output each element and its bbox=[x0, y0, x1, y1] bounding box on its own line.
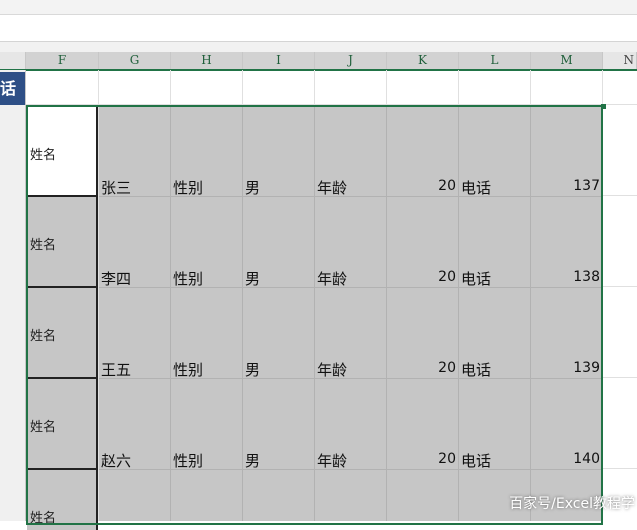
column-header-n[interactable]: N bbox=[603, 52, 637, 69]
gender-label-cell[interactable]: 性别 bbox=[173, 450, 203, 471]
phone-label-cell[interactable]: 电话 bbox=[461, 450, 491, 471]
name-label-cell[interactable]: 姓名 bbox=[27, 197, 98, 288]
phone-cell[interactable]: 140 bbox=[531, 451, 600, 467]
column-header-f[interactable]: F bbox=[26, 52, 99, 69]
column-header-g[interactable]: G bbox=[99, 52, 171, 69]
phone-cell[interactable]: 138 bbox=[531, 269, 600, 285]
phone-label-cell[interactable]: 电话 bbox=[461, 177, 491, 198]
column-header-i[interactable]: I bbox=[243, 52, 315, 69]
gender-label-cell[interactable]: 性别 bbox=[173, 359, 203, 380]
phone-cell[interactable]: 139 bbox=[531, 360, 600, 376]
name-label-text: 姓名 bbox=[30, 420, 57, 435]
watermark: 百家号/Excel教程学 bbox=[509, 496, 635, 512]
gender-cell[interactable]: 男 bbox=[245, 450, 260, 471]
name-label-cell[interactable]: 姓名 bbox=[27, 470, 98, 530]
name-label-cell[interactable]: 姓名 bbox=[27, 107, 98, 197]
fill-handle[interactable] bbox=[601, 104, 606, 109]
name-cell[interactable]: 李四 bbox=[101, 268, 131, 289]
column-header-j[interactable]: J bbox=[315, 52, 387, 69]
phone-label-cell[interactable]: 电话 bbox=[461, 359, 491, 380]
gender-cell[interactable]: 男 bbox=[245, 268, 260, 289]
age-cell[interactable]: 20 bbox=[387, 451, 456, 467]
name-cell[interactable]: 赵六 bbox=[101, 450, 131, 471]
phone-label-cell[interactable]: 电话 bbox=[461, 268, 491, 289]
gender-label-cell[interactable]: 性别 bbox=[173, 177, 203, 198]
formula-bar[interactable] bbox=[0, 15, 637, 42]
name-label-text: 姓名 bbox=[30, 148, 57, 163]
age-label-cell[interactable]: 年龄 bbox=[317, 450, 347, 471]
age-cell[interactable]: 20 bbox=[387, 178, 456, 194]
name-label-text: 姓名 bbox=[30, 511, 57, 526]
column-header-h[interactable]: H bbox=[171, 52, 243, 69]
column-header-k[interactable]: K bbox=[387, 52, 459, 69]
ribbon-strip bbox=[0, 0, 637, 15]
age-label-cell[interactable]: 年龄 bbox=[317, 268, 347, 289]
age-cell[interactable]: 20 bbox=[387, 360, 456, 376]
age-label-cell[interactable]: 年龄 bbox=[317, 177, 347, 198]
phone-cell[interactable]: 137 bbox=[531, 178, 600, 194]
gender-label-cell[interactable]: 性别 bbox=[173, 268, 203, 289]
column-header-m[interactable]: M bbox=[531, 52, 603, 69]
row-headers bbox=[0, 70, 26, 521]
name-label-cell[interactable]: 姓名 bbox=[27, 288, 98, 379]
name-cell[interactable]: 王五 bbox=[101, 359, 131, 380]
column-header-partial-left bbox=[0, 52, 26, 69]
name-label-text: 姓名 bbox=[30, 329, 57, 344]
gender-cell[interactable]: 男 bbox=[245, 177, 260, 198]
column-headers: F G H I J K L M N bbox=[0, 52, 637, 71]
name-label-text: 姓名 bbox=[30, 238, 57, 253]
age-cell[interactable]: 20 bbox=[387, 269, 456, 285]
name-label-cell[interactable]: 姓名 bbox=[27, 379, 98, 470]
name-cell[interactable]: 张三 bbox=[101, 177, 131, 198]
age-label-cell[interactable]: 年龄 bbox=[317, 359, 347, 380]
header-cell-partial[interactable]: 话 bbox=[0, 72, 25, 105]
gender-cell[interactable]: 男 bbox=[245, 359, 260, 380]
column-header-l[interactable]: L bbox=[459, 52, 531, 69]
